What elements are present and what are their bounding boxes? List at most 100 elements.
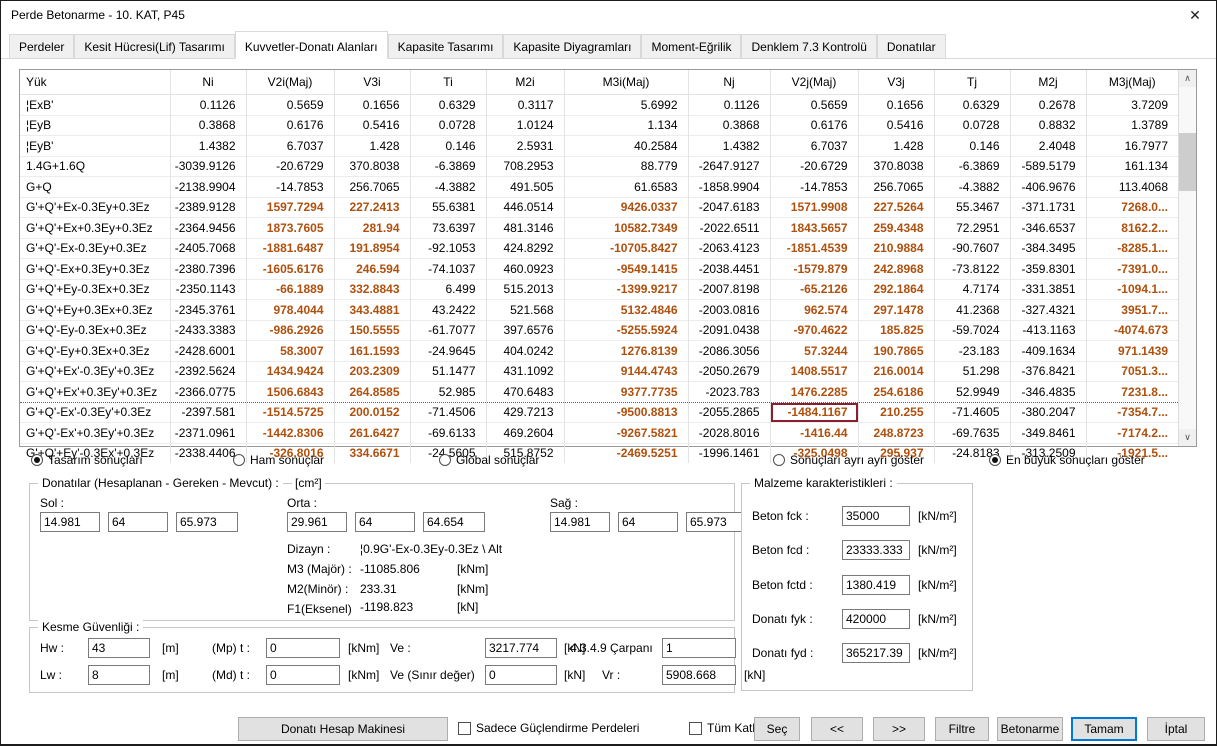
value-cell[interactable]: 227.2413	[334, 197, 410, 218]
material-field-beton-fctd[interactable]	[842, 575, 910, 595]
tab-donatılar[interactable]: Donatılar	[877, 34, 946, 58]
load-case-cell[interactable]: ¦EyB	[20, 115, 170, 136]
load-case-cell[interactable]: G'+Q'-Ex-0.3Ey+0.3Ez	[20, 238, 170, 259]
value-cell[interactable]: 1597.7294	[246, 197, 334, 218]
close-icon[interactable]: ✕	[1186, 6, 1204, 24]
value-cell[interactable]: -2007.8198	[688, 279, 770, 300]
value-cell[interactable]: -409.1634	[1010, 341, 1086, 362]
value-cell[interactable]: 0.1656	[858, 95, 934, 116]
previous-button[interactable]: <<	[811, 717, 863, 741]
value-cell[interactable]: -10705.8427	[564, 238, 688, 259]
value-cell[interactable]: 256.7065	[334, 177, 410, 198]
table-row[interactable]: G'+Q'+Ex-0.3Ey+0.3Ez-2389.91281597.72942…	[20, 197, 1178, 218]
seç-button[interactable]: Seç	[754, 717, 800, 741]
value-cell[interactable]: 161.1593	[334, 341, 410, 362]
radio-button-icon[interactable]	[989, 454, 1001, 466]
value-cell[interactable]: 332.8843	[334, 279, 410, 300]
value-cell[interactable]: 0.0728	[410, 115, 486, 136]
value-cell[interactable]: 61.6583	[564, 177, 688, 198]
value-cell[interactable]: 0.1656	[334, 95, 410, 116]
value-cell[interactable]: -1399.9217	[564, 279, 688, 300]
value-cell[interactable]: 962.574	[770, 300, 858, 321]
value-cell[interactable]: 261.6427	[334, 423, 410, 444]
value-cell[interactable]: 185.825	[858, 320, 934, 341]
value-cell[interactable]: 0.6329	[410, 95, 486, 116]
value-cell[interactable]: 2.4048	[1010, 136, 1086, 157]
value-cell[interactable]: -2350.1143	[170, 279, 246, 300]
value-cell[interactable]: 0.5659	[770, 95, 858, 116]
value-cell[interactable]: -90.7607	[934, 238, 1010, 259]
value-cell[interactable]: -331.3851	[1010, 279, 1086, 300]
tab-kuvvetler-donatı-alanları[interactable]: Kuvvetler-Donatı Alanları	[235, 31, 388, 59]
value-cell[interactable]: -20.6729	[770, 156, 858, 177]
value-cell[interactable]: 292.1864	[858, 279, 934, 300]
table-row[interactable]: G'+Q'+Ex'-0.3Ey'+0.3Ez-2392.56241434.942…	[20, 361, 1178, 382]
value-cell[interactable]: -380.2047	[1010, 402, 1086, 423]
value-cell[interactable]: 256.7065	[858, 177, 934, 198]
value-cell[interactable]: 1506.6843	[246, 382, 334, 403]
radio-button-icon[interactable]	[31, 454, 43, 466]
value-cell[interactable]: -970.4622	[770, 320, 858, 341]
value-cell[interactable]: 55.3467	[934, 197, 1010, 218]
radio-sonuçları-ayrı-ayrı-göster[interactable]: Sonuçları ayrı ayrı göster	[773, 453, 924, 467]
checkbox-icon[interactable]	[689, 722, 702, 735]
value-cell[interactable]: -1858.9904	[688, 177, 770, 198]
scroll-up-icon[interactable]: ∧	[1179, 70, 1196, 87]
value-cell[interactable]: -66.1889	[246, 279, 334, 300]
value-cell[interactable]: -2003.0816	[688, 300, 770, 321]
value-cell[interactable]: 370.8038	[334, 156, 410, 177]
kesme-field-ve[interactable]	[485, 638, 557, 658]
material-field-beton-fck[interactable]	[842, 506, 910, 526]
table-row[interactable]: G'+Q'+Ex+0.3Ey+0.3Ez-2364.94561873.76052…	[20, 218, 1178, 239]
value-cell[interactable]: 88.779	[564, 156, 688, 177]
load-case-cell[interactable]: G'+Q'-Ex+0.3Ey+0.3Ez	[20, 259, 170, 280]
checkbox-icon[interactable]	[458, 722, 471, 735]
value-cell[interactable]: 4.7174	[934, 279, 1010, 300]
value-cell[interactable]: -92.1053	[410, 238, 486, 259]
table-row[interactable]: ¦EyB'1.43826.70371.4280.1462.593140.2584…	[20, 136, 1178, 157]
value-cell[interactable]: 0.8832	[1010, 115, 1086, 136]
sol-gereken-field[interactable]	[108, 512, 168, 532]
sag-gereken-field[interactable]	[618, 512, 678, 532]
radio-ham-sonuçlar[interactable]: Ham sonuçlar	[233, 453, 324, 467]
value-cell[interactable]: 210.9884	[858, 238, 934, 259]
value-cell[interactable]: -65.2126	[770, 279, 858, 300]
value-cell[interactable]: -2038.4451	[688, 259, 770, 280]
value-cell[interactable]: -2405.7068	[170, 238, 246, 259]
value-cell[interactable]: 460.0923	[486, 259, 564, 280]
table-row[interactable]: G'+Q'-Ey-0.3Ex+0.3Ez-2433.3383-986.29261…	[20, 320, 1178, 341]
load-case-cell[interactable]: ¦ExB'	[20, 95, 170, 116]
value-cell[interactable]: 297.1478	[858, 300, 934, 321]
value-cell[interactable]: -4074.673	[1086, 320, 1178, 341]
value-cell[interactable]: 0.5416	[858, 115, 934, 136]
tab-kapasite-tasarımı[interactable]: Kapasite Tasarımı	[388, 34, 504, 58]
value-cell[interactable]: 210.255	[858, 402, 934, 423]
value-cell[interactable]: -6.3869	[934, 156, 1010, 177]
value-cell[interactable]: 6.7037	[246, 136, 334, 157]
value-cell[interactable]: 2.5931	[486, 136, 564, 157]
value-cell[interactable]: 370.8038	[858, 156, 934, 177]
value-cell[interactable]: 0.6176	[770, 115, 858, 136]
value-cell[interactable]: 0.146	[934, 136, 1010, 157]
value-cell[interactable]: 9426.0337	[564, 197, 688, 218]
donati-hesap-makinesi-button[interactable]: Donatı Hesap Makinesi	[238, 717, 448, 741]
material-field-donatı-fyd[interactable]	[842, 643, 910, 663]
load-case-cell[interactable]: G'+Q'-Ex'-0.3Ey'+0.3Ez	[20, 402, 170, 423]
load-case-cell[interactable]: G'+Q'+Ey+0.3Ex+0.3Ez	[20, 300, 170, 321]
value-cell[interactable]: 1.428	[858, 136, 934, 157]
value-cell[interactable]: 1476.2285	[770, 382, 858, 403]
table-row[interactable]: G'+Q'-Ex'+0.3Ey'+0.3Ez-2371.0961-1442.83…	[20, 423, 1178, 444]
value-cell[interactable]: 43.2422	[410, 300, 486, 321]
value-cell[interactable]: 6.499	[410, 279, 486, 300]
value-cell[interactable]: -5255.5924	[564, 320, 688, 341]
value-cell[interactable]: 52.9949	[934, 382, 1010, 403]
value-cell[interactable]: 3951.7...	[1086, 300, 1178, 321]
tab-perdeler[interactable]: Perdeler	[9, 34, 74, 58]
material-field-donatı-fyk[interactable]	[842, 609, 910, 629]
value-cell[interactable]: 431.1092	[486, 361, 564, 382]
value-cell[interactable]: 0.5659	[246, 95, 334, 116]
value-cell[interactable]: -1442.8306	[246, 423, 334, 444]
value-cell[interactable]: 0.5416	[334, 115, 410, 136]
value-cell[interactable]: 6.7037	[770, 136, 858, 157]
value-cell[interactable]: 57.3244	[770, 341, 858, 362]
